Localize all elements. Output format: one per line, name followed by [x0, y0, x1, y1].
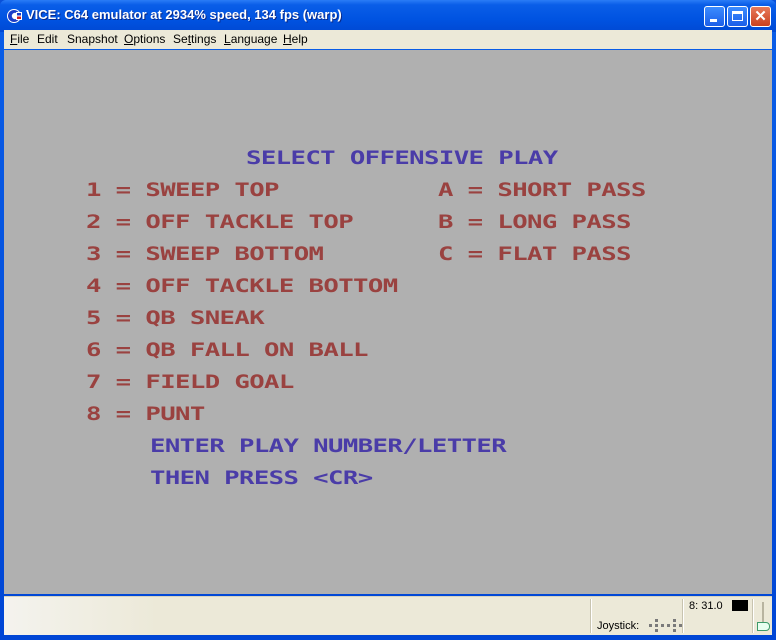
- prompt-line-2: THEN PRESS <CR>: [150, 467, 373, 489]
- menu-options-mnemonic: O: [124, 32, 134, 46]
- play-option-key: C: [438, 243, 453, 265]
- play-option-label: SWEEP BOTTOM: [145, 243, 324, 265]
- menu-file[interactable]: File: [10, 32, 29, 46]
- menu-settings[interactable]: Settings: [173, 32, 216, 46]
- play-option-separator: =: [100, 403, 146, 425]
- commodore-logo-icon: [7, 9, 22, 23]
- play-option: 7 = FIELD GOAL: [86, 366, 294, 398]
- minimize-button[interactable]: [704, 6, 725, 27]
- play-option: B = LONG PASS: [438, 206, 631, 238]
- maximize-button[interactable]: [727, 6, 748, 27]
- play-option-label: SHORT PASS: [497, 179, 646, 201]
- drive-led-indicator: [732, 600, 748, 611]
- play-option: 1 = SWEEP TOP: [86, 174, 279, 206]
- drive-status: 8: 31.0: [689, 600, 723, 612]
- menu-language-rest: anguage: [230, 32, 278, 46]
- play-option-separator: =: [452, 243, 498, 265]
- play-option-separator: =: [100, 371, 146, 393]
- vice-window: VICE: C64 emulator at 2934% speed, 134 f…: [0, 0, 776, 640]
- play-option: 6 = QB FALL ON BALL: [86, 334, 369, 366]
- play-option-label: FIELD GOAL: [145, 371, 294, 393]
- slider-track: [762, 602, 764, 624]
- play-option-separator: =: [452, 179, 498, 201]
- window-title: VICE: C64 emulator at 2934% speed, 134 f…: [26, 7, 342, 22]
- play-option: 5 = QB SNEAK: [86, 302, 265, 334]
- play-option-key: 7: [86, 371, 101, 393]
- menu-settings-pre: Se: [173, 32, 188, 46]
- close-icon: ✕: [754, 8, 767, 25]
- status-divider: [752, 599, 754, 633]
- menu-options[interactable]: Options: [124, 32, 165, 46]
- slider-thumb[interactable]: [757, 622, 770, 631]
- play-option-separator: =: [100, 339, 146, 361]
- play-option-label: QB SNEAK: [145, 307, 265, 329]
- play-option-separator: =: [100, 275, 146, 297]
- play-option-separator: =: [100, 307, 146, 329]
- volume-slider[interactable]: [756, 602, 770, 632]
- status-divider: [590, 599, 592, 633]
- play-option-key: A: [438, 179, 453, 201]
- play-option-key: 6: [86, 339, 101, 361]
- play-option-label: QB FALL ON BALL: [145, 339, 368, 361]
- play-option-label: PUNT: [145, 403, 205, 425]
- menu-help-rest: elp: [291, 32, 308, 46]
- menu-help-mnemonic: H: [283, 32, 292, 46]
- play-option-label: LONG PASS: [497, 211, 631, 233]
- screen-heading: SELECT OFFENSIVE PLAY: [246, 147, 558, 169]
- menu-edit[interactable]: Edit: [37, 32, 58, 46]
- minimize-icon: [710, 19, 717, 22]
- play-option-label: FLAT PASS: [497, 243, 631, 265]
- play-option-separator: =: [100, 179, 146, 201]
- play-option-key: B: [438, 211, 453, 233]
- play-option: 8 = PUNT: [86, 398, 205, 430]
- maximize-icon: [732, 11, 743, 21]
- play-option-key: 1: [86, 179, 101, 201]
- prompt-line-1: ENTER PLAY NUMBER/LETTER: [150, 435, 507, 457]
- menu-file-rest: ile: [17, 32, 30, 46]
- close-button[interactable]: ✕: [750, 6, 771, 27]
- play-option: 3 = SWEEP BOTTOM: [86, 238, 324, 270]
- c64-screen[interactable]: SELECT OFFENSIVE PLAY 1 = SWEEP TOP 2 = O…: [4, 50, 772, 594]
- menu-snapshot[interactable]: Snapshot: [67, 32, 118, 46]
- play-option: C = FLAT PASS: [438, 238, 631, 270]
- menu-settings-rest: tings: [191, 32, 217, 46]
- play-option: 4 = OFF TACKLE BOTTOM: [86, 270, 398, 302]
- status-bar: Joystick: 8: 31.0: [4, 596, 772, 635]
- menu-help[interactable]: Help: [283, 32, 308, 46]
- play-option: A = SHORT PASS: [438, 174, 646, 206]
- joystick-label: Joystick:: [597, 620, 640, 632]
- title-bar[interactable]: VICE: C64 emulator at 2934% speed, 134 f…: [0, 0, 776, 32]
- play-option-separator: =: [100, 211, 146, 233]
- play-option-key: 3: [86, 243, 101, 265]
- menu-bar: File Edit Snapshot Options Settings Lang…: [4, 30, 772, 49]
- play-option-label: SWEEP TOP: [145, 179, 279, 201]
- play-option-separator: =: [452, 211, 498, 233]
- play-option-key: 8: [86, 403, 101, 425]
- play-option-label: OFF TACKLE BOTTOM: [145, 275, 398, 297]
- play-option: 2 = OFF TACKLE TOP: [86, 206, 354, 238]
- play-option-key: 2: [86, 211, 101, 233]
- menu-language[interactable]: Language: [224, 32, 277, 46]
- play-option-key: 4: [86, 275, 101, 297]
- menu-options-rest: ptions: [133, 32, 166, 46]
- play-option-separator: =: [100, 243, 146, 265]
- play-option-label: OFF TACKLE TOP: [145, 211, 354, 233]
- menu-language-mnemonic: L: [224, 32, 231, 46]
- play-option-key: 5: [86, 307, 101, 329]
- joystick-port2-icon: [667, 619, 683, 633]
- joystick-port1-icon: [649, 619, 665, 633]
